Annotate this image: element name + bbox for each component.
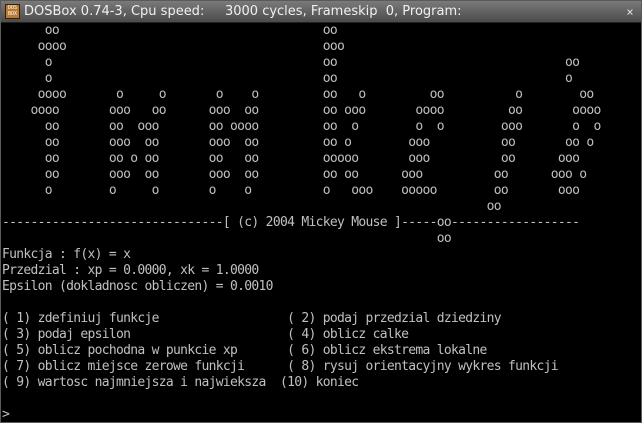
menu-row-1[interactable]: ( 1) zdefiniuj funkcje ( 2) podaj przedz… [2, 311, 502, 327]
ascii-art-line-13: oo [2, 231, 452, 246]
ascii-art-line-8: oo ooo oo ooo oo oo o ooo oo oo o [2, 135, 594, 150]
menu-row-4[interactable]: ( 7) oblicz miejsce zerowe funkcji ( 8) … [2, 359, 559, 375]
ascii-art-line-2: oooo ooo [2, 39, 345, 54]
ascii-art-line-9: oo oo o oo oo oo ooooo ooo oo ooo [2, 151, 580, 166]
ascii-art-line-12: oo [2, 199, 502, 214]
ascii-art-line-6: oooo ooo oo ooo oo oo ooo oooo oo oooo [2, 103, 602, 118]
menu-row-2[interactable]: ( 3) podaj epsilon ( 4) oblicz calke [2, 327, 409, 343]
title-bar[interactable]: DOS BOX DOSBox 0.74-3, Cpu speed: 3000 cy… [1, 1, 641, 23]
ascii-art-line-1: oo oo [2, 23, 338, 38]
ascii-art-line-10: oo ooo oo ooo oo oo oo ooo oo ooo o [2, 167, 587, 182]
epsilon-info: Epsilon (dokladnosc obliczen) = 0.0010 [2, 279, 274, 294]
menu-row-3[interactable]: ( 5) oblicz pochodna w punkcie xp ( 6) o… [2, 343, 487, 359]
dosbox-app-icon: DOS BOX [5, 4, 20, 19]
ascii-art-line-4: o oo o [2, 71, 573, 86]
command-prompt[interactable]: > [2, 407, 10, 422]
menu-row-5[interactable]: ( 9) wartosc najmniejsza i najwieksza (1… [2, 375, 359, 391]
ascii-art-line-5: oooo o o o o oo o oo o oo [2, 87, 595, 102]
ascii-art-line-7: oo oo ooo oo oooo oo o o o ooo o o [2, 119, 602, 134]
dosbox-window: DOS BOX DOSBox 0.74-3, Cpu speed: 3000 cy… [0, 0, 642, 423]
interval-info: Przedzial : xp = 0.0000, xk = 1.0000 [2, 263, 259, 278]
dos-screen[interactable]: oo oo oooo ooo o oo oo o oo o oooo o o o… [2, 23, 641, 422]
ascii-art-line-3: o oo oo [2, 55, 580, 70]
copyright-divider: -------------------------------[ (c) 200… [2, 215, 580, 230]
function-info: Funkcja : f(x) = x [2, 247, 131, 262]
close-icon[interactable]: × [621, 3, 639, 21]
ascii-art-line-11: o o o o o o ooo ooooo oo ooo [2, 183, 580, 198]
window-title: DOSBox 0.74-3, Cpu speed: 3000 cycles, F… [24, 4, 462, 19]
